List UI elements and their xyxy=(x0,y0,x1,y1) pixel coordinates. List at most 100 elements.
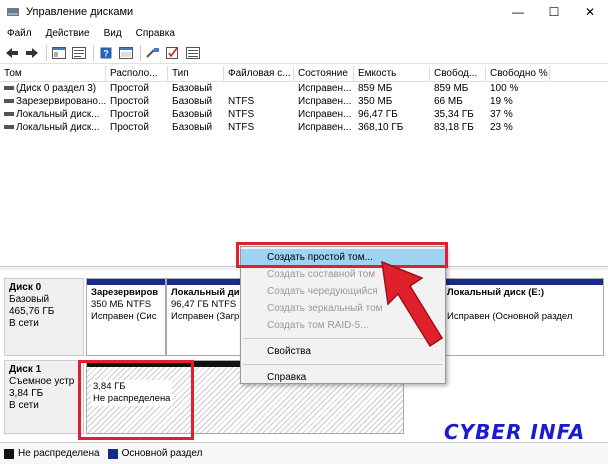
table-row[interactable]: (Диск 0 раздел 3) Простой Базовый Исправ… xyxy=(0,82,608,95)
table-cell: Базовый xyxy=(172,83,213,94)
legend-label: Основной раздел xyxy=(121,448,203,459)
table-cell: 368,10 ГБ xyxy=(358,122,404,133)
volume-table: Том Располо... Тип Файловая с... Состоян… xyxy=(0,66,608,266)
partition-status: Исправен (Загр xyxy=(171,311,240,322)
partition-info: 350 МБ NTFS xyxy=(91,299,152,310)
table-cell: Простой xyxy=(110,122,149,133)
toolbar-separator xyxy=(140,44,141,61)
partition-status: Исправен (Основной раздел xyxy=(447,311,573,322)
column-header[interactable]: Свобод... xyxy=(430,66,486,81)
table-cell: Простой xyxy=(110,83,149,94)
volume-cell: Зарезервировано... xyxy=(0,95,106,108)
table-cell: Простой xyxy=(110,96,149,107)
highlight-box-unallocated xyxy=(78,360,194,440)
console-icon[interactable] xyxy=(118,45,134,61)
title-bar: Управление дисками — ☐ ✕ xyxy=(0,0,608,24)
table-cell: 859 МБ xyxy=(434,83,469,94)
partition-title: Зарезервиров xyxy=(91,287,159,298)
partition-bar xyxy=(87,279,165,285)
disk0-label[interactable]: Диск 0 Базовый 465,76 ГБ В сети xyxy=(4,278,84,356)
partition-bar xyxy=(443,279,603,285)
legend: Не распределена Основной раздел xyxy=(0,442,608,464)
watermark: CYBER INFA xyxy=(444,420,586,444)
column-header[interactable]: Состояние xyxy=(294,66,354,81)
menu-help[interactable]: Справка xyxy=(129,28,182,39)
column-header[interactable]: Тип xyxy=(168,66,224,81)
table-cell: 23 % xyxy=(490,122,513,133)
table-header: Том Располо... Тип Файловая с... Состоян… xyxy=(0,66,608,82)
connect-icon[interactable] xyxy=(145,45,161,61)
maximize-button[interactable]: ☐ xyxy=(536,0,572,24)
table-cell: Исправен... xyxy=(298,83,352,94)
red-arrow-icon xyxy=(381,260,444,348)
toolbar-separator xyxy=(46,44,47,61)
minimize-button[interactable]: — xyxy=(500,0,536,24)
column-header[interactable]: Емкость xyxy=(354,66,430,81)
partition-title: Локальный диск (E:) xyxy=(447,287,545,298)
table-cell: NTFS xyxy=(228,109,255,120)
disk1-type: Съемное устр xyxy=(9,376,75,387)
volume-name: (Диск 0 раздел 3) xyxy=(16,83,97,94)
table-cell: Исправен... xyxy=(298,96,352,107)
table-cell xyxy=(224,82,294,95)
menu-bar: Файл Действие Вид Справка xyxy=(0,24,608,42)
volume-icon xyxy=(4,125,14,130)
toolbar-separator xyxy=(93,44,94,61)
disk1-label[interactable]: Диск 1 Съемное устр 3,84 ГБ В сети xyxy=(4,360,84,434)
table-cell: 37 % xyxy=(490,109,513,120)
column-header[interactable]: Располо... xyxy=(106,66,168,81)
toolbar: ? xyxy=(0,42,608,64)
table-cell: Исправен... xyxy=(298,109,352,120)
table-cell: NTFS xyxy=(228,96,255,107)
menu-view[interactable]: Вид xyxy=(97,28,129,39)
menu-file[interactable]: Файл xyxy=(0,28,39,39)
disk0-size: 465,76 ГБ xyxy=(9,306,55,317)
table-cell: Базовый xyxy=(172,109,213,120)
volume-icon xyxy=(4,112,14,117)
volume-name: Локальный диск... xyxy=(16,109,100,120)
disk1-status: В сети xyxy=(9,400,39,411)
legend-swatch-primary xyxy=(107,448,118,459)
volume-cell: (Диск 0 раздел 3) xyxy=(0,82,106,95)
table-cell: Базовый xyxy=(172,96,213,107)
properties-icon[interactable] xyxy=(71,45,87,61)
disk0-status: В сети xyxy=(9,318,39,329)
legend-label: Не распределена xyxy=(18,448,100,459)
column-header[interactable]: Файловая с... xyxy=(224,66,294,81)
back-icon[interactable] xyxy=(4,45,20,61)
close-button[interactable]: ✕ xyxy=(572,0,608,24)
window-title: Управление дисками xyxy=(26,6,134,18)
partition-title: Локальный ди xyxy=(171,287,240,298)
table-row[interactable]: Локальный диск... Простой Базовый NTFS И… xyxy=(0,108,608,121)
legend-swatch-unallocated xyxy=(4,448,14,459)
disk1-size: 3,84 ГБ xyxy=(9,388,44,399)
table-cell: 66 МБ xyxy=(434,96,463,107)
disk0-type: Базовый xyxy=(9,294,50,305)
disk0-name: Диск 0 xyxy=(9,282,42,293)
disk1-name: Диск 1 xyxy=(9,364,42,375)
column-header[interactable]: Том xyxy=(0,66,106,81)
volume-cell: Локальный диск... xyxy=(0,108,106,121)
table-row[interactable]: Локальный диск... Простой Базовый NTFS И… xyxy=(0,121,608,134)
list-icon[interactable] xyxy=(185,45,201,61)
volume-cell: Локальный диск... xyxy=(0,121,106,134)
table-cell: Простой xyxy=(110,109,149,120)
volume-icon xyxy=(4,99,14,104)
disk-management-icon xyxy=(7,8,19,16)
forward-icon[interactable] xyxy=(24,45,40,61)
menu-action[interactable]: Действие xyxy=(39,28,97,39)
column-header[interactable]: Свободно % xyxy=(486,66,550,81)
partition-reserved[interactable]: Зарезервиров 350 МБ NTFS Исправен (Сис xyxy=(86,278,166,356)
table-row[interactable]: Зарезервировано... Простой Базовый NTFS … xyxy=(0,95,608,108)
check-icon[interactable] xyxy=(165,45,181,61)
table-cell: 19 % xyxy=(490,96,513,107)
table-cell: Базовый xyxy=(172,122,213,133)
partition-info: 96,47 ГБ NTFS xyxy=(171,299,237,310)
partition-local-e[interactable]: Локальный диск (E:) Исправен (Основной р… xyxy=(442,278,604,356)
table-cell: 100 % xyxy=(490,83,519,94)
console-tree-icon[interactable] xyxy=(51,45,67,61)
table-cell: Исправен... xyxy=(298,122,352,133)
help-icon[interactable]: ? xyxy=(98,45,114,61)
menu-item-help[interactable]: Справка xyxy=(241,369,445,386)
volume-name: Локальный диск... xyxy=(16,122,100,133)
